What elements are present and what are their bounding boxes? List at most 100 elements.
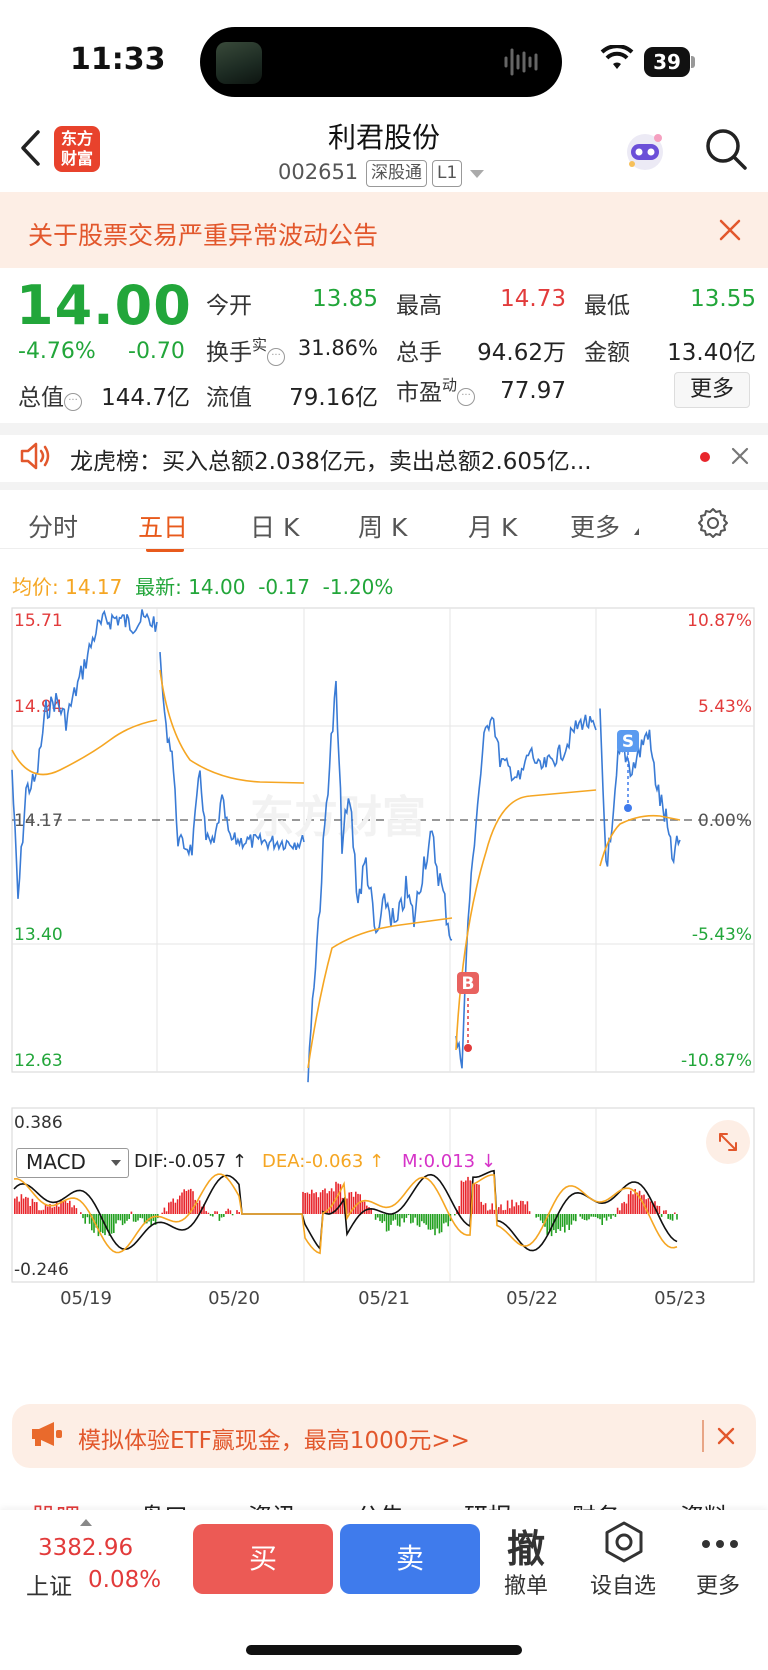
close-icon[interactable] [716, 216, 744, 244]
macd-histogram-bar [113, 1214, 115, 1233]
search-icon[interactable] [704, 127, 748, 171]
amount-label: 金额 [584, 340, 630, 366]
macd-histogram-bar [434, 1214, 436, 1236]
stock-switch-caret-icon[interactable] [470, 170, 484, 178]
macd-histogram-bar [176, 1199, 179, 1214]
audio-wave-icon [504, 48, 538, 76]
high-label: 最高 [396, 293, 442, 319]
sell-marker-dot [624, 804, 632, 812]
last-price: 14.00 [16, 274, 192, 337]
macd-histogram-bar [304, 1193, 306, 1214]
tabs-divider [0, 548, 768, 549]
cancel-order-icon[interactable]: 撤 [507, 1518, 545, 1573]
macd-histogram-bar [597, 1214, 599, 1219]
macd-histogram-bar [328, 1191, 331, 1214]
five-day-chart[interactable]: 东方财富15.7114.9414.1713.4012.6310.87%5.43%… [0, 600, 768, 1400]
index-change-percent[interactable]: 0.08% [88, 1567, 161, 1593]
macd-histogram-bar [14, 1198, 16, 1214]
close-icon[interactable] [716, 1426, 736, 1446]
index-name[interactable]: 上证 [26, 1567, 72, 1601]
macd-histogram-bar [207, 1212, 210, 1214]
speaker-icon [20, 442, 50, 470]
add-watchlist-label[interactable]: 设自选 [590, 1568, 656, 1600]
info-icon: ··· [64, 393, 82, 411]
macd-histogram-bar [174, 1202, 177, 1214]
open-value: 13.85 [312, 286, 378, 312]
connect-tag: 深股通 [366, 160, 427, 187]
macd-histogram-bar [161, 1212, 163, 1214]
macd-histogram-bar [58, 1206, 60, 1214]
info-icon: ··· [457, 388, 476, 406]
indicator-selector[interactable]: MACD [16, 1148, 129, 1178]
dropdown-caret-icon [111, 1160, 121, 1166]
volume-value: 94.62万 [477, 340, 566, 366]
cancel-order-label[interactable]: 撤单 [504, 1568, 548, 1600]
close-icon[interactable] [730, 446, 750, 466]
indicator-selector-label: MACD [26, 1150, 86, 1174]
etf-promo-text[interactable]: 模拟体验ETF赢现金，最高1000元>> [78, 1421, 470, 1455]
sell-button[interactable]: 卖 [340, 1524, 480, 1594]
y-axis-right-label: 5.43% [698, 697, 752, 717]
add-watchlist-icon[interactable] [602, 1520, 646, 1564]
macd-histogram-bar [227, 1208, 229, 1214]
tab-intraday[interactable]: 分时 [28, 508, 78, 544]
macd-dif-line [13, 1169, 678, 1252]
macd-histogram-bar [42, 1209, 45, 1214]
macd-histogram-bar [610, 1214, 612, 1219]
tab-weekly-k[interactable]: 周 K [358, 508, 407, 544]
macd-histogram-bar [522, 1201, 524, 1214]
robot-assistant-icon[interactable] [622, 128, 668, 174]
buy-button[interactable]: 买 [193, 1524, 333, 1594]
gear-icon[interactable] [696, 506, 730, 540]
macd-histogram-bar [564, 1214, 566, 1233]
macd-histogram-bar [137, 1214, 139, 1221]
y-axis-left-label: 13.40 [14, 925, 63, 945]
macd-histogram-bar [425, 1214, 427, 1225]
macd-histogram-bar [520, 1200, 522, 1214]
tab-daily-k[interactable]: 日 K [250, 508, 299, 544]
macd-histogram-bar [396, 1214, 399, 1226]
price-line-day5 [599, 708, 681, 867]
macd-histogram-bar [581, 1214, 584, 1219]
macd-histogram-bar [306, 1192, 309, 1214]
macd-histogram-bar [20, 1194, 23, 1214]
announcement-text[interactable]: 关于股票交易严重异常波动公告 [28, 216, 378, 252]
macd-histogram-bar [181, 1192, 183, 1214]
divider [702, 1420, 704, 1452]
x-axis-date-label: 05/20 [208, 1288, 260, 1309]
macd-histogram-bar [407, 1214, 410, 1216]
macd-histogram-bar [225, 1211, 227, 1214]
more-label[interactable]: 更多 [696, 1568, 740, 1600]
index-value[interactable]: 3382.96 [38, 1535, 133, 1561]
macd-histogram-bar [476, 1184, 478, 1214]
macd-histogram-bar [612, 1214, 614, 1216]
macd-histogram-bar [86, 1214, 89, 1218]
more-dots-icon[interactable] [700, 1538, 740, 1550]
macd-histogram-bar [632, 1194, 634, 1214]
x-axis-date-label: 05/22 [506, 1288, 558, 1309]
tab-monthly-k[interactable]: 月 K [468, 508, 517, 544]
price-info-line: 均价: 14.17 最新: 14.00 -0.17 -1.20% [12, 575, 394, 599]
macd-histogram-bar [36, 1202, 38, 1214]
macd-histogram-bar [121, 1214, 124, 1226]
y-axis-right-label: -10.87% [681, 1051, 752, 1071]
macd-histogram-bar [572, 1214, 575, 1221]
wifi-icon [600, 45, 634, 69]
macd-histogram-bar [135, 1214, 137, 1222]
index-expand-caret-icon[interactable] [80, 1519, 92, 1526]
low-label: 最低 [584, 293, 630, 319]
more-quote-button[interactable]: 更多 [674, 372, 750, 408]
dragon-tiger-news[interactable]: 龙虎榜：买入总额2.038亿元，卖出总额2.605亿... [70, 442, 592, 476]
macd-histogram-bar [51, 1207, 53, 1214]
macd-histogram-bar [500, 1204, 502, 1214]
macd-histogram-bar [18, 1201, 20, 1214]
tab-five-day[interactable]: 五日 [138, 508, 188, 544]
macd-histogram-bar [330, 1188, 333, 1214]
macd-histogram-bar [487, 1210, 489, 1214]
tab-more[interactable]: 更多 [570, 508, 620, 544]
macd-histogram-bar [238, 1212, 240, 1214]
turnover-value: 31.86% [297, 336, 378, 360]
macd-histogram-bar [29, 1206, 31, 1214]
macd-histogram-bar [414, 1214, 416, 1218]
macd-histogram-bar [436, 1214, 438, 1229]
